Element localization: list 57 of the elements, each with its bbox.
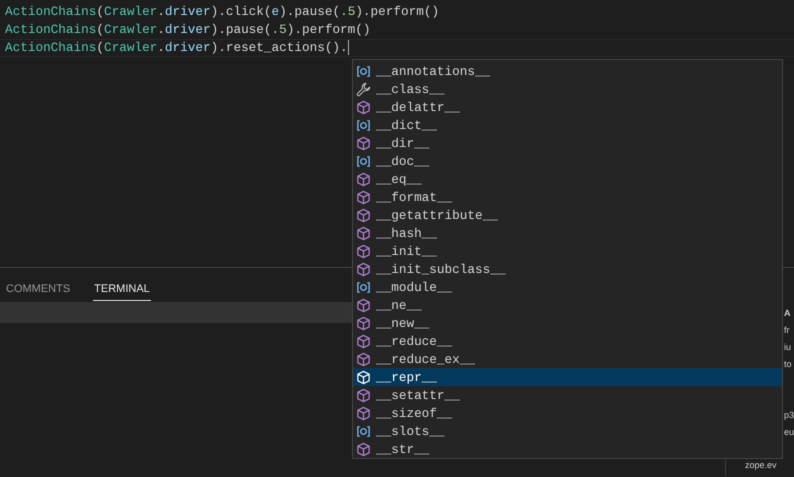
field-icon <box>356 280 371 294</box>
suggestion-item[interactable]: __new__ <box>353 314 782 332</box>
suggestion-item[interactable]: __doc__ <box>353 152 782 170</box>
suggestion-item[interactable]: __slots__ <box>353 422 782 440</box>
cube-icon <box>356 262 371 276</box>
field-icon <box>356 154 371 168</box>
pane-text: to <box>783 358 793 371</box>
panel-tab[interactable]: TERMINAL <box>93 268 151 301</box>
cube-icon <box>356 208 371 222</box>
suggestion-item[interactable]: __setattr__ <box>353 386 782 404</box>
text-cursor <box>348 40 350 56</box>
suggestion-item[interactable]: __reduce_ex__ <box>353 350 782 368</box>
pane-text: iu <box>783 341 792 354</box>
pane-text: p3 <box>783 409 794 422</box>
suggestion-item[interactable]: __init_subclass__ <box>353 260 782 278</box>
field-icon <box>356 424 371 438</box>
suggestion-item[interactable]: __getattribute__ <box>353 206 782 224</box>
cube-icon <box>356 136 371 150</box>
cube-icon <box>356 190 371 204</box>
suggestion-item[interactable]: __str__ <box>353 440 782 458</box>
suggestion-item[interactable]: __module__ <box>353 278 782 296</box>
pane-text: fr <box>783 324 790 337</box>
suggestion-item[interactable]: __reduce__ <box>353 332 782 350</box>
cube-icon <box>356 352 371 366</box>
suggestion-item[interactable]: __annotations__ <box>353 62 782 80</box>
suggestion-item[interactable]: __init__ <box>353 242 782 260</box>
cube-icon <box>356 100 371 114</box>
cube-icon <box>356 334 371 348</box>
suggestion-item[interactable]: __dir__ <box>353 134 782 152</box>
code-line: ActionChains(Crawler.driver).click(e).pause(.5).perform() <box>4 3 440 21</box>
cube-icon <box>356 388 371 402</box>
field-icon <box>356 64 371 78</box>
suggestion-item[interactable]: __eq__ <box>353 170 782 188</box>
suggestion-item[interactable]: __format__ <box>353 188 782 206</box>
suggestion-item[interactable]: __class__ <box>353 80 782 98</box>
cube-icon <box>356 172 371 186</box>
wrench-icon <box>356 82 371 96</box>
suggestion-item[interactable]: __dict__ <box>353 116 782 134</box>
cube-icon <box>356 298 371 312</box>
cube-icon <box>356 244 371 258</box>
pane-text: eu <box>783 426 794 439</box>
suggestion-item[interactable]: __hash__ <box>353 224 782 242</box>
cube-icon <box>356 406 371 420</box>
panel-tab[interactable]: COMMENTS <box>5 268 72 301</box>
suggestion-item[interactable]: __ne__ <box>353 296 782 314</box>
cube-icon <box>356 316 371 330</box>
pane-text: zope.ev <box>744 459 778 472</box>
suggestion-item[interactable]: __sizeof__ <box>353 404 782 422</box>
code-line: ActionChains(Crawler.driver).reset_actions(). <box>0 39 794 57</box>
cube-icon <box>356 370 371 384</box>
pane-heading: A <box>783 307 792 320</box>
cube-icon <box>356 226 371 240</box>
suggestion-item[interactable]: __repr__ <box>353 368 782 386</box>
suggestion-item[interactable]: __delattr__ <box>353 98 782 116</box>
cube-icon <box>356 442 371 456</box>
field-icon <box>356 118 371 132</box>
code-line: ActionChains(Crawler.driver).pause(.5).perform() <box>4 21 372 39</box>
